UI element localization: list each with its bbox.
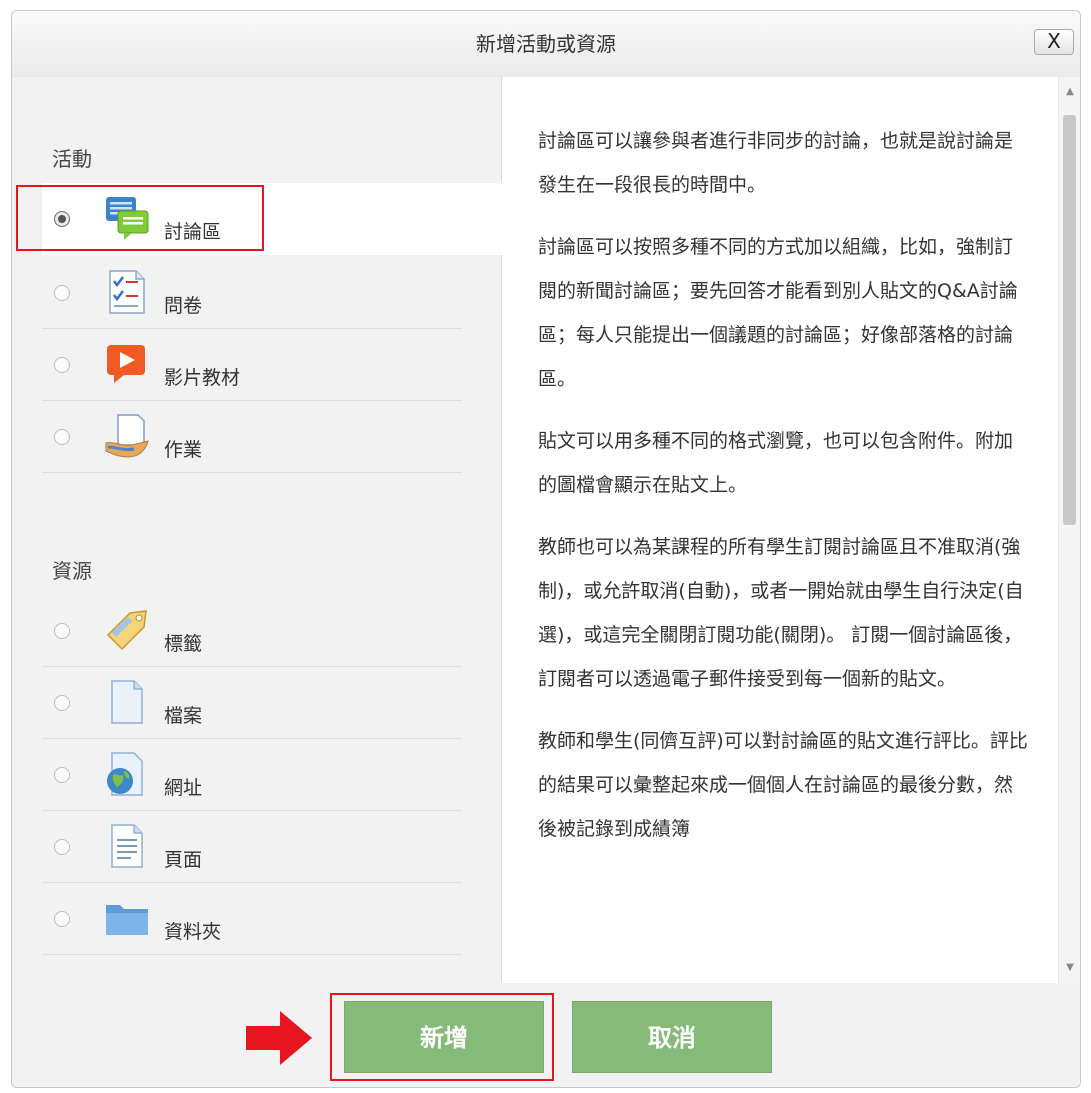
add-button-highlight-box	[330, 993, 554, 1081]
questionnaire-label: 問卷	[164, 295, 203, 317]
summary-paragraph: 貼文可以用多種不同的格式瀏覽，也可以包含附件。附加的圖檔會顯示在貼文上。	[538, 430, 1014, 496]
options-panel: 活動 討論區 問卷 影片教材 作業 資源 標籤 檔案 網址 頁面 資料夾	[12, 77, 502, 983]
dialog-footer: 新增 取消	[12, 983, 1080, 1087]
cancel-button[interactable]: 取消	[572, 1001, 772, 1073]
label-radio[interactable]	[54, 623, 70, 639]
option-folder[interactable]: 資料夾	[42, 883, 462, 955]
folder-radio[interactable]	[54, 911, 70, 927]
video-radio[interactable]	[54, 357, 70, 373]
file-radio[interactable]	[54, 695, 70, 711]
summary-paragraph: 教師也可以為某課程的所有學生訂閱討論區且不准取消(強制)，或允許取消(自動)，或…	[538, 536, 1024, 690]
assignment-radio[interactable]	[54, 429, 70, 445]
video-icon	[107, 345, 145, 383]
page-radio[interactable]	[54, 839, 70, 855]
scroll-up-icon[interactable]: ▲	[1059, 81, 1080, 103]
close-button[interactable]: X	[1034, 29, 1074, 55]
folder-icon	[106, 905, 148, 935]
activities-heading: 活動	[52, 147, 92, 171]
label-icon	[106, 610, 147, 651]
option-url[interactable]: 網址	[42, 739, 462, 811]
dialog-header: 新增活動或資源 X	[12, 11, 1080, 78]
file-label: 檔案	[164, 705, 203, 727]
option-questionnaire[interactable]: 問卷	[42, 257, 462, 329]
url-icon	[107, 752, 143, 796]
option-video[interactable]: 影片教材	[42, 329, 462, 401]
red-arrow-icon	[246, 1011, 312, 1065]
summary-scrollbar[interactable]: ▲ ▼	[1058, 77, 1080, 983]
folder-label: 資料夾	[164, 921, 222, 943]
option-page[interactable]: 頁面	[42, 811, 462, 883]
assignment-label: 作業	[164, 439, 203, 461]
option-file[interactable]: 檔案	[42, 667, 462, 739]
chooser: 活動 討論區 問卷 影片教材 作業 資源 標籤 檔案 網址 頁面 資料夾 討論區…	[12, 77, 1080, 984]
label-label: 標籤	[164, 633, 203, 655]
option-assignment[interactable]: 作業	[42, 401, 462, 473]
resources-heading: 資源	[52, 559, 92, 583]
summary-paragraph: 討論區可以讓參與者進行非同步的討論，也就是說討論是發生在一段很長的時間中。	[538, 130, 1014, 196]
summary-paragraph: 教師和學生(同儕互評)可以對討論區的貼文進行評比。評比的結果可以彙整起來成一個個…	[538, 730, 1028, 840]
questionnaire-icon	[109, 270, 145, 314]
module-summary: 討論區可以讓參與者進行非同步的討論，也就是說討論是發生在一段很長的時間中。 討論…	[502, 77, 1058, 983]
forum-highlight-box	[16, 185, 264, 251]
scrollbar-thumb[interactable]	[1063, 115, 1076, 525]
assignment-icon	[105, 414, 149, 458]
page-icon	[111, 824, 143, 868]
scroll-down-icon[interactable]: ▼	[1059, 957, 1080, 979]
url-radio[interactable]	[54, 767, 70, 783]
dialog-title: 新增活動或資源	[476, 32, 616, 56]
url-label: 網址	[164, 777, 203, 799]
questionnaire-radio[interactable]	[54, 285, 70, 301]
summary-paragraph: 討論區可以按照多種不同的方式加以組織，比如，強制訂閱的新聞討論區；要先回答才能看…	[538, 236, 1018, 390]
option-label[interactable]: 標籤	[42, 595, 462, 667]
page-label: 頁面	[164, 849, 203, 871]
video-label: 影片教材	[164, 367, 241, 389]
file-icon	[111, 680, 143, 724]
add-activity-dialog: 新增活動或資源 X 活動 討論區 問卷 影片教材 作業 資源 標籤 檔案 網址 …	[11, 10, 1081, 1088]
